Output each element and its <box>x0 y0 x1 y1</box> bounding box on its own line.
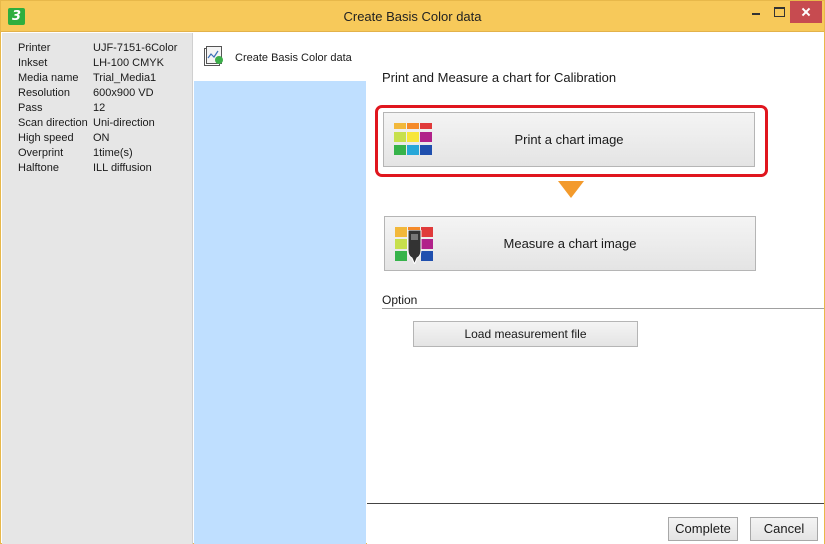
info-row-inkset: Inkset LH-100 CMYK <box>18 56 164 71</box>
print-chart-label: Print a chart image <box>514 132 624 147</box>
footer-divider <box>367 503 824 504</box>
info-label: Resolution <box>18 87 70 99</box>
arrow-down-icon <box>558 181 584 198</box>
app-window: 3 Create Basis Color data Printer UJF-71… <box>0 0 825 544</box>
close-button[interactable] <box>790 1 822 23</box>
option-divider <box>382 308 824 309</box>
chart-document-icon <box>204 46 223 66</box>
info-value: ON <box>93 132 110 144</box>
info-value: Uni-direction <box>93 117 155 129</box>
info-value: 600x900 VD <box>93 87 154 99</box>
info-row-pass: Pass 12 <box>18 101 105 116</box>
info-value: Trial_Media1 <box>93 72 157 84</box>
info-label: Pass <box>18 102 43 114</box>
info-label: Overprint <box>18 147 64 159</box>
settings-info-panel: Printer UJF-7151-6Color Inkset LH-100 CM… <box>2 33 193 544</box>
window-title: Create Basis Color data <box>343 9 482 24</box>
page-heading: Print and Measure a chart for Calibratio… <box>382 70 617 85</box>
info-row-resolution: Resolution 600x900 VD <box>18 86 154 101</box>
info-row-overprint: Overprint 1time(s) <box>18 146 133 161</box>
info-value: 12 <box>93 102 106 114</box>
step-label: Create Basis Color data <box>235 52 352 64</box>
print-chart-button[interactable]: Print a chart image <box>383 112 755 167</box>
info-label: Printer <box>18 42 51 54</box>
maximize-button[interactable] <box>768 1 790 23</box>
info-row-scan-direction: Scan direction Uni-direction <box>18 116 155 131</box>
info-row-printer: Printer UJF-7151-6Color <box>18 41 177 56</box>
info-label: Inkset <box>18 57 48 69</box>
info-row-media-name: Media name Trial_Media1 <box>18 71 156 86</box>
title-bar[interactable]: 3 Create Basis Color data <box>1 1 824 32</box>
info-label: Media name <box>18 72 79 84</box>
minimize-button[interactable] <box>744 1 768 23</box>
measure-chart-button[interactable]: Measure a chart image <box>384 216 756 271</box>
info-label: Halftone <box>18 162 59 174</box>
option-section-label: Option <box>382 293 418 307</box>
info-value: ILL diffusion <box>93 162 152 174</box>
info-value: UJF-7151-6Color <box>93 42 178 54</box>
info-label: Scan direction <box>18 117 88 129</box>
cancel-button[interactable]: Cancel <box>750 517 818 541</box>
info-row-halftone: Halftone ILL diffusion <box>18 161 152 176</box>
info-value: 1time(s) <box>93 147 133 159</box>
info-value: LH-100 CMYK <box>93 57 164 69</box>
main-content: Print and Measure a chart for Calibratio… <box>367 33 824 544</box>
step-item-create-basis-color-data[interactable]: Create Basis Color data <box>194 33 366 81</box>
complete-button[interactable]: Complete <box>668 517 738 541</box>
load-measurement-file-button[interactable]: Load measurement file <box>413 321 638 347</box>
measure-chart-label: Measure a chart image <box>503 236 637 251</box>
info-row-high-speed: High speed ON <box>18 131 110 146</box>
info-label: High speed <box>18 132 74 144</box>
steps-panel: Create Basis Color data <box>194 33 366 544</box>
